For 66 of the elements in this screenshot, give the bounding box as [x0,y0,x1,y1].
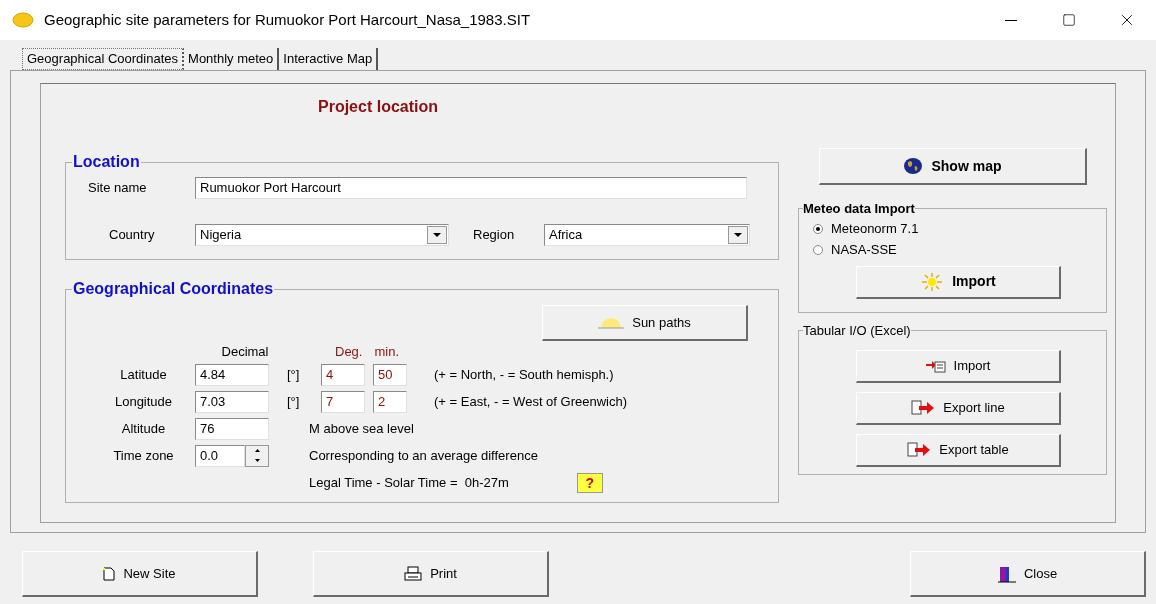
field-label: Latitude [119,365,168,384]
decimal-field[interactable]: 4.84 [195,363,269,386]
maximize-icon [1062,13,1076,27]
time-zone-field[interactable]: 0.0 [195,444,245,467]
altitude-field[interactable]: 76 [195,417,269,440]
radio-option[interactable]: Meteonorm 7.1 [811,218,1094,240]
unit-label: [°] [287,392,301,411]
dropdown-button[interactable] [728,226,748,244]
dropdown-button[interactable] [427,226,447,244]
group-title: Meteo data Import [803,200,915,218]
export-icon [907,441,932,458]
up-arrow-icon [254,449,260,452]
footer-button[interactable]: Close [910,551,1146,597]
minutes-field[interactable]: 50 [373,363,407,386]
caret-icon [734,233,742,237]
document-icon [103,566,116,581]
country-dropdown[interactable]: Nigeria [195,224,449,246]
degrees-field[interactable]: 4 [321,363,365,386]
excel-button[interactable]: Export line [856,391,1061,425]
window-title: Geographic site parameters for Rumuokor Port Harcourt_Nasa_1983.SIT [44,9,531,30]
legal-time-text: Legal Time - Solar Time = 0h-27m [309,473,509,492]
footer-button[interactable]: Print [313,551,549,597]
site-name-field[interactable]: Rumuokor Port Harcourt [195,177,747,199]
caret-icon [433,233,441,237]
minimize-icon [1005,19,1017,21]
unit-label: [°] [287,365,301,384]
field-label: Site name [87,179,148,198]
group-title: Location [72,152,141,172]
column-header: min. [374,342,400,361]
meteo-import-button[interactable]: Import [856,265,1061,299]
door-icon [997,564,1016,583]
field-label: Longitude [113,392,174,411]
down-arrow-icon [254,459,260,462]
spin-buttons[interactable] [245,444,269,467]
minutes-field[interactable]: 2 [373,390,407,413]
excel-button[interactable]: Import [856,349,1061,383]
column-header: Deg. [335,342,363,361]
hint-text: (+ = East, - = West of Greenwich) [434,392,628,411]
app-icon [12,12,34,28]
show-map-button[interactable]: Show map [819,148,1087,185]
radio-option[interactable]: NASA-SSE [811,239,1094,261]
help-button[interactable]: ? [576,472,603,493]
field-label: Time zone [112,446,175,465]
export-icon [911,399,936,416]
hint-text: M above sea level [309,419,414,438]
region-dropdown[interactable]: Africa [544,224,750,246]
field-label: Country [108,226,156,245]
hint-text: (+ = North, - = South hemisph.) [434,365,614,384]
decimal-field[interactable]: 7.03 [195,390,269,413]
tab[interactable]: Geographical Coordinates [22,48,185,70]
hint-text: Corresponding to an average difference [309,446,538,465]
import-icon [925,358,946,373]
printer-icon [404,565,423,582]
sun-paths-button[interactable]: Sun paths [542,305,748,341]
excel-button[interactable]: Export table [856,433,1061,467]
footer-button[interactable]: New Site [22,551,258,597]
panel-heading: Project location [318,98,439,115]
degrees-field[interactable]: 7 [321,390,365,413]
column-header: Decimal [220,342,270,361]
globe-icon [903,157,924,175]
group-title: Geographical Coordinates [72,279,275,299]
sun-icon [920,272,945,291]
sun-icon [598,316,625,329]
field-label: Region [473,226,516,245]
group-title: Tabular I/O (Excel) [803,322,911,340]
field-label: Altitude [120,419,167,438]
